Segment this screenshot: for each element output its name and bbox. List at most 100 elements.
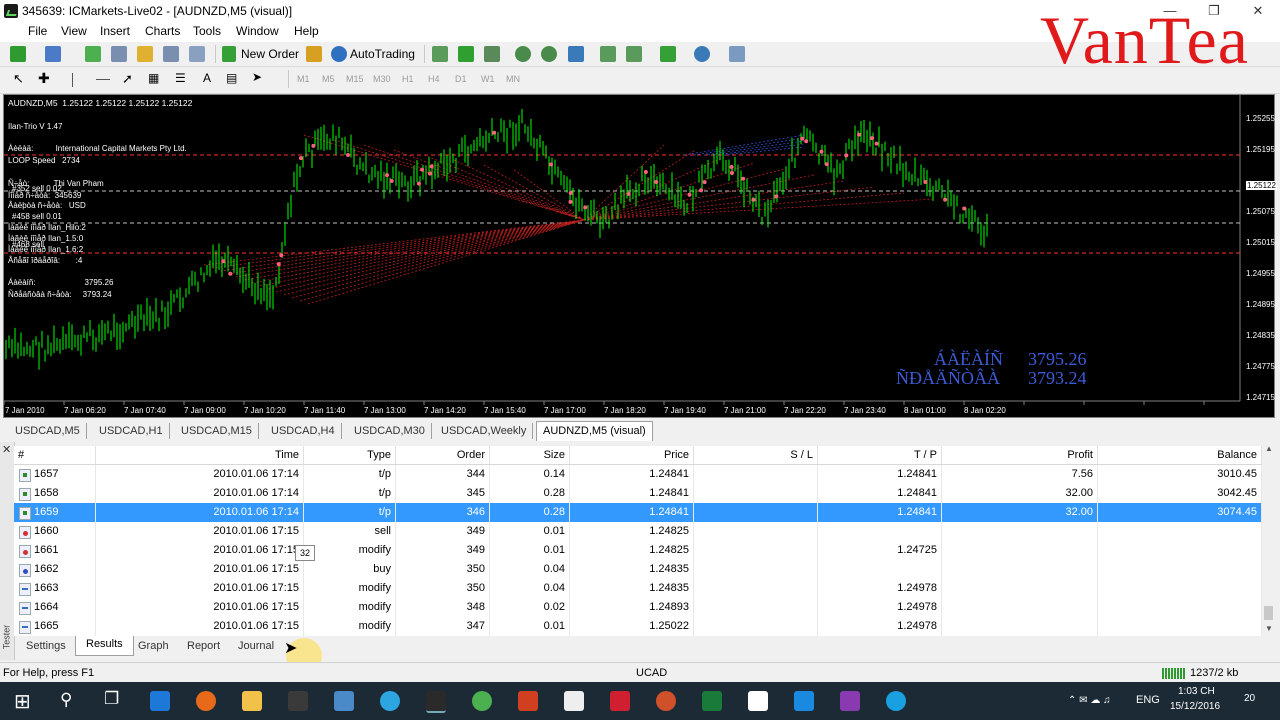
timeframe-m30[interactable]: M30: [373, 74, 391, 84]
zoom-in-icon[interactable]: [515, 46, 531, 62]
app-icon[interactable]: [518, 691, 538, 711]
tab-settings[interactable]: Settings: [16, 638, 76, 655]
tray-icons[interactable]: ⌃ ✉ ☁ ♫: [1068, 695, 1111, 706]
text-tool-icon[interactable]: A: [203, 71, 211, 85]
terminal-app-icon[interactable]: [288, 691, 308, 711]
tab-graph[interactable]: Graph: [128, 638, 179, 655]
arrows-tool-icon[interactable]: ➤: [252, 70, 262, 84]
timeframe-m15[interactable]: M15: [346, 74, 364, 84]
app-icon[interactable]: [702, 691, 722, 711]
close-icon[interactable]: ✕: [2, 443, 11, 456]
timeframe-w1[interactable]: W1: [481, 74, 495, 84]
menu-tools[interactable]: Tools: [191, 24, 223, 38]
mail-icon[interactable]: [564, 691, 584, 711]
column-header[interactable]: Price: [570, 446, 694, 465]
column-header[interactable]: Size: [490, 446, 570, 465]
chart-shift-icon[interactable]: [600, 46, 616, 62]
fibonacci-icon[interactable]: ☰: [175, 71, 186, 85]
timeframe-m5[interactable]: M5: [322, 74, 335, 84]
column-header[interactable]: Type: [304, 446, 396, 465]
timeframe-m1[interactable]: M1: [297, 74, 310, 84]
timeframe-h1[interactable]: H1: [402, 74, 414, 84]
tab-journal[interactable]: Journal: [228, 638, 284, 655]
notifications-badge[interactable]: 20: [1244, 693, 1255, 704]
column-header[interactable]: Time: [96, 446, 304, 465]
timeframe-h4[interactable]: H4: [428, 74, 440, 84]
periods-icon[interactable]: [694, 46, 710, 62]
new-chart-icon[interactable]: [10, 46, 26, 62]
tab-report[interactable]: Report: [177, 638, 230, 655]
scroll-up-icon[interactable]: ▲: [1265, 444, 1273, 453]
terminal-icon[interactable]: [163, 46, 179, 62]
data-window-icon[interactable]: [137, 46, 153, 62]
metaeditor-icon[interactable]: [306, 46, 322, 62]
table-row[interactable]: 1660 2010.01.06 17:15 sell 349 0.01 1.24825: [14, 522, 1262, 541]
chart-tab-active[interactable]: AUDNZD,M5 (visual): [536, 421, 653, 441]
column-header[interactable]: S / L: [694, 446, 818, 465]
vertical-scrollbar[interactable]: ▲ ▼: [1262, 444, 1275, 636]
column-header[interactable]: T / P: [818, 446, 942, 465]
column-header[interactable]: #: [14, 446, 96, 465]
file-explorer-icon[interactable]: [242, 691, 262, 711]
timeframe-d1[interactable]: D1: [455, 74, 467, 84]
table-row[interactable]: 1663 2010.01.06 17:15 modify 350 0.04 1.24835…: [14, 579, 1262, 598]
indicators-icon[interactable]: [660, 46, 676, 62]
candlestick-icon[interactable]: [458, 46, 474, 62]
crosshair-icon[interactable]: ✚: [38, 70, 50, 87]
chart-tab[interactable]: USDCAD,H1: [93, 423, 170, 439]
clock-time[interactable]: 1:03 CH: [1178, 686, 1215, 697]
vertical-line-icon[interactable]: [72, 73, 73, 87]
table-row[interactable]: 1664 2010.01.06 17:15 modify 348 0.02 1.24893…: [14, 598, 1262, 617]
table-row[interactable]: 1665 2010.01.06 17:15 modify 347 0.01 1.25022…: [14, 617, 1262, 636]
new-order-icon[interactable]: [222, 46, 236, 62]
menu-charts[interactable]: Charts: [143, 24, 182, 38]
firefox-icon[interactable]: [196, 691, 216, 711]
chart-tab[interactable]: USDCAD,M15: [175, 423, 259, 439]
column-header[interactable]: Balance: [1098, 446, 1262, 465]
timeframe-mn[interactable]: MN: [506, 74, 520, 84]
table-row[interactable]: 1657 2010.01.06 17:14 t/p 344 0.14 1.24841 1.2…: [14, 465, 1262, 484]
table-row[interactable]: 1658 2010.01.06 17:14 t/p 345 0.28 1.24841 1.2…: [14, 484, 1262, 503]
price-chart[interactable]: AUDNZD,M5 1.25122 1.25122 1.25122 1.2512…: [3, 94, 1277, 418]
table-row[interactable]: 1661 2010.01.06 17:15 modify 349 0.01 1.24825…: [14, 541, 1262, 560]
app-icon[interactable]: [656, 691, 676, 711]
navigator-icon[interactable]: [111, 46, 127, 62]
templates-icon[interactable]: [729, 46, 745, 62]
zalo-icon[interactable]: [794, 691, 814, 711]
app-icon[interactable]: [748, 691, 768, 711]
horizontal-line-icon[interactable]: [96, 79, 110, 80]
line-chart-icon[interactable]: [484, 46, 500, 62]
new-order-button[interactable]: New Order: [241, 47, 299, 61]
trendline-icon[interactable]: ➚: [122, 71, 133, 87]
column-header[interactable]: Order: [396, 446, 490, 465]
menu-insert[interactable]: Insert: [98, 24, 132, 38]
menu-view[interactable]: View: [59, 24, 89, 38]
app-icon[interactable]: [840, 691, 860, 711]
menu-window[interactable]: Window: [234, 24, 281, 38]
menu-help[interactable]: Help: [292, 24, 321, 38]
metatrader-taskbar-icon[interactable]: [426, 691, 446, 713]
bar-chart-icon[interactable]: [432, 46, 448, 62]
profiles-icon[interactable]: [45, 46, 61, 62]
windows-start-icon[interactable]: ⊞: [14, 689, 31, 714]
cursor-icon[interactable]: ↖: [13, 71, 24, 87]
telegram-icon[interactable]: [380, 691, 400, 711]
app-icon[interactable]: [610, 691, 630, 711]
skype-icon[interactable]: [886, 691, 906, 711]
scroll-thumb[interactable]: [1264, 606, 1273, 620]
table-row[interactable]: 1659 2010.01.06 17:14 t/p 346 0.28 1.24841 1.2…: [14, 503, 1262, 522]
chart-tab[interactable]: USDCAD,M30: [348, 423, 432, 439]
tester-icon[interactable]: [189, 46, 205, 62]
label-tool-icon[interactable]: ▤: [226, 71, 237, 85]
chrome-icon[interactable]: [472, 691, 492, 711]
search-icon[interactable]: ⚲: [60, 690, 72, 710]
tab-results[interactable]: Results: [75, 636, 134, 656]
autotrading-button[interactable]: AutoTrading: [350, 47, 415, 61]
zoom-out-icon[interactable]: [541, 46, 557, 62]
column-header[interactable]: Profit: [942, 446, 1098, 465]
table-row[interactable]: 1662 2010.01.06 17:15 buy 350 0.04 1.24835: [14, 560, 1262, 579]
scroll-down-icon[interactable]: ▼: [1265, 624, 1273, 633]
autotrading-icon[interactable]: [331, 46, 347, 62]
app-icon[interactable]: [334, 691, 354, 711]
chart-tab[interactable]: USDCAD,H4: [265, 423, 342, 439]
